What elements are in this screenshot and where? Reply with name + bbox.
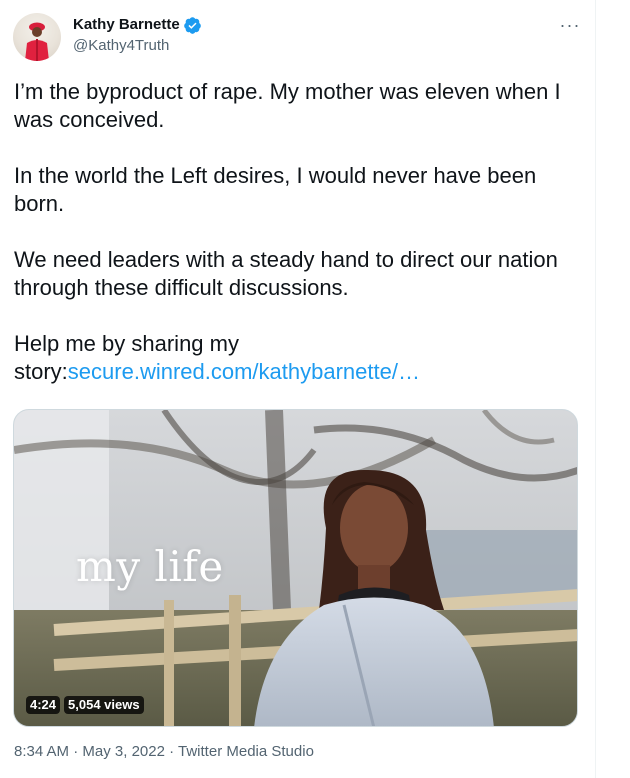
tweet-paragraph: In the world the Left desires, I would n…	[14, 163, 537, 216]
tweet-paragraph-cta: Help me by sharing my story:secure.winre…	[14, 330, 579, 386]
more-options-icon[interactable]: ···	[558, 15, 582, 35]
tweet-text: I’m the byproduct of rape. My mother was…	[14, 78, 579, 386]
tweet-source[interactable]: Twitter Media Studio	[178, 743, 314, 760]
author-handle[interactable]: @Kathy4Truth	[73, 36, 202, 56]
tweet-link[interactable]: secure.winred.com/kathybarnette/…	[68, 359, 420, 384]
tweet: Kathy Barnette @Kathy4Truth ··· I’m the …	[0, 0, 596, 778]
video-views: 5,054 views	[64, 696, 144, 714]
meta-separator: ·	[164, 743, 179, 760]
tweet-paragraph: We need leaders with a steady hand to di…	[14, 247, 558, 300]
tweet-meta: 8:34 AM · May 3, 2022 · Twitter Media St…	[14, 742, 314, 762]
video-player[interactable]: my life 4:24 5,054 views	[13, 409, 578, 727]
tweet-time[interactable]: 8:34 AM	[14, 743, 69, 760]
avatar[interactable]	[13, 13, 61, 61]
author-info: Kathy Barnette @Kathy4Truth	[73, 15, 202, 56]
video-overlay-text: my life	[76, 542, 224, 591]
tweet-date[interactable]: May 3, 2022	[82, 743, 165, 760]
meta-separator: ·	[69, 743, 83, 760]
avatar-image	[25, 22, 49, 61]
video-badges: 4:24 5,054 views	[26, 696, 144, 714]
tweet-paragraph: I’m the byproduct of rape. My mother was…	[14, 79, 561, 132]
verified-badge-icon	[183, 16, 201, 34]
video-duration: 4:24	[26, 696, 61, 714]
author-name[interactable]: Kathy Barnette	[73, 15, 180, 35]
